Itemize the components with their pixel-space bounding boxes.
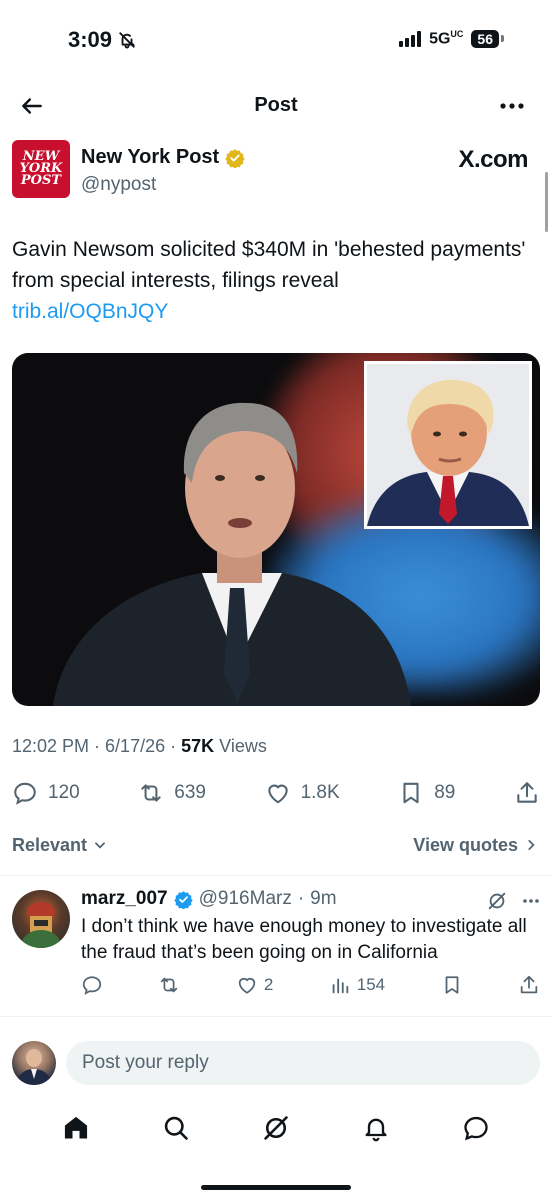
heart-icon <box>267 784 288 804</box>
chat-bubble-icon <box>464 1116 488 1141</box>
reply-count: 120 <box>48 782 80 803</box>
post-link[interactable]: trib.al/OQBnJQY <box>12 296 528 327</box>
reply-share-button[interactable] <box>518 974 540 996</box>
clock: 3:09 <box>68 27 113 52</box>
nav-messages[interactable] <box>456 1108 496 1148</box>
author-name[interactable]: New York Post <box>81 146 219 169</box>
chevron-right-icon <box>528 840 535 850</box>
heart-icon <box>238 977 256 994</box>
grok-icon[interactable] <box>486 890 508 912</box>
inset-photo <box>364 361 532 529</box>
author-avatar[interactable]: NEW YORK POST <box>12 140 70 198</box>
status-indicators: 5GUC 56 <box>399 29 504 48</box>
avatar-figure-icon <box>16 1049 52 1085</box>
share-icon <box>517 782 537 803</box>
views-count: 57K <box>181 736 215 756</box>
home-indicator <box>201 1185 351 1190</box>
man-in-suit-photo <box>53 402 411 706</box>
verified-gold-badge-icon <box>225 148 245 168</box>
reply-views-button[interactable]: 154 <box>329 974 385 996</box>
author-handle[interactable]: @nypost <box>81 174 156 196</box>
view-quotes-link[interactable]: View quotes <box>413 835 538 856</box>
nav-notifications[interactable] <box>356 1108 396 1148</box>
home-icon <box>64 1116 88 1139</box>
like-count: 1.8K <box>300 782 340 803</box>
reply-input[interactable] <box>66 1041 540 1085</box>
reply-actions: 2 154 <box>81 974 540 996</box>
share-button[interactable] <box>514 780 540 806</box>
bottom-nav <box>0 1104 552 1152</box>
reply-composer <box>12 1040 540 1086</box>
reply-text: I don’t think we have enough money to in… <box>81 916 527 963</box>
verified-blue-badge-icon <box>173 890 193 909</box>
reply-like-button[interactable]: 2 <box>236 974 273 996</box>
post-text: Gavin Newsom solicited $340M in 'beheste… <box>12 238 526 292</box>
nav-grok[interactable] <box>256 1108 296 1148</box>
repost-icon <box>141 784 161 802</box>
reply-bookmark-button[interactable] <box>441 974 463 996</box>
divider <box>0 875 552 876</box>
post-actions: 120 639 1.8K 89 <box>12 776 540 810</box>
reply-author-name[interactable]: marz_007 <box>81 888 168 910</box>
reply-author-handle[interactable]: @916Marz <box>199 888 292 910</box>
reply-reply-button[interactable] <box>81 974 103 996</box>
reply-repost-button[interactable] <box>158 974 180 996</box>
nav-home[interactable] <box>56 1108 96 1148</box>
divider <box>0 1016 552 1017</box>
views-label: Views <box>219 736 267 756</box>
bar-chart-icon <box>332 978 348 994</box>
like-button[interactable]: 1.8K <box>265 780 340 806</box>
reply-avatar[interactable] <box>12 890 70 948</box>
grok-icon <box>264 1116 288 1140</box>
share-icon <box>520 975 538 994</box>
chevron-down-icon <box>95 842 106 849</box>
search-icon <box>164 1116 188 1140</box>
status-time: 3:09 <box>68 27 136 53</box>
post-time: 12:02 PM <box>12 736 90 756</box>
man-portrait-photo <box>367 364 529 526</box>
battery-level: 56 <box>471 29 499 48</box>
nav-search[interactable] <box>156 1108 196 1148</box>
bookmark-count: 89 <box>434 782 456 803</box>
page-title: Post <box>254 94 298 116</box>
post-image[interactable] <box>12 353 540 706</box>
repost-count: 639 <box>174 782 206 803</box>
reply-button[interactable]: 120 <box>12 780 80 806</box>
battery-icon: 56 <box>471 29 504 48</box>
post-body: Gavin Newsom solicited $340M in 'beheste… <box>12 234 528 327</box>
bookmark-icon <box>445 976 458 994</box>
ellipsis-icon <box>500 103 524 109</box>
comment-icon <box>82 976 102 995</box>
bell-icon <box>365 1118 387 1142</box>
scrollbar[interactable] <box>545 172 548 232</box>
more-options-button[interactable] <box>496 90 528 122</box>
bookmark-icon <box>403 782 419 804</box>
current-user-avatar[interactable] <box>12 1041 56 1085</box>
sort-relevant-dropdown[interactable]: Relevant <box>12 835 107 856</box>
source-label: X.com <box>458 146 528 173</box>
avatar-figure-icon <box>20 902 62 948</box>
post-date: 6/17/26 <box>105 736 166 756</box>
reply-time: 9m <box>310 888 337 909</box>
reply-sort-row: Relevant View quotes <box>12 830 538 860</box>
comment-icon <box>14 782 36 805</box>
status-bar: 3:09 5GUC 56 <box>0 0 552 80</box>
top-bar: Post <box>0 84 552 128</box>
reply-like-count: 2 <box>263 975 274 994</box>
reply-item[interactable]: marz_007 @916Marz · 9m I don’t think we … <box>12 886 540 1006</box>
post-author: NEW YORK POST New York Post @nypost X.co… <box>12 140 528 204</box>
post-meta: 12:02 PM · 6/17/26 · 57K Views <box>12 736 267 756</box>
bookmark-button[interactable]: 89 <box>398 780 455 806</box>
ellipsis-icon[interactable] <box>522 898 540 904</box>
repost-button[interactable]: 639 <box>138 780 206 806</box>
repost-icon <box>161 977 178 993</box>
bell-slash-icon <box>119 32 136 49</box>
signal-icon <box>399 30 422 47</box>
network-label: 5GUC <box>429 29 464 48</box>
reply-views-count: 154 <box>356 975 386 994</box>
